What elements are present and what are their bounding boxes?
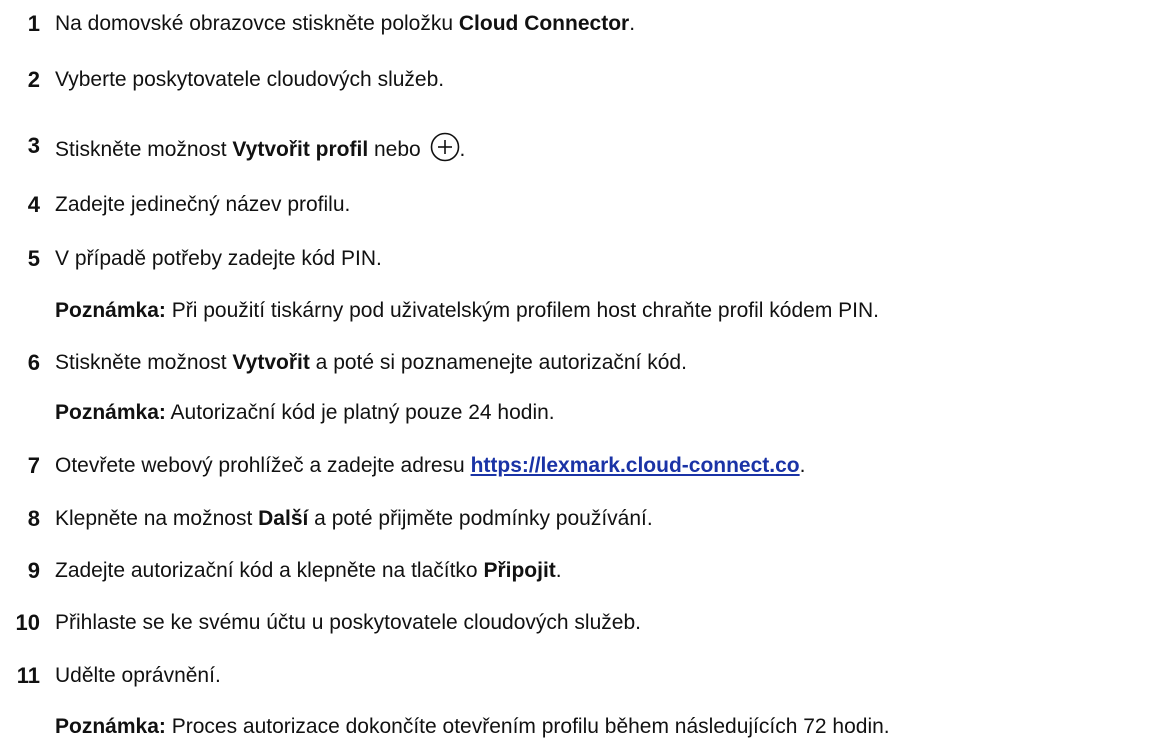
note-label: Poznámka: xyxy=(55,401,166,424)
step-text: V případě potřeby zadejte kód PIN. xyxy=(55,247,382,270)
step-text: Udělte oprávnění. xyxy=(55,664,221,687)
note-step-6: Poznámka: Autorizační kód je platný pouz… xyxy=(55,401,555,424)
step-number: 5 xyxy=(27,246,40,271)
step-text: Zadejte autorizační kód a klepněte na tl… xyxy=(55,559,562,582)
plus-circle-icon xyxy=(430,132,460,162)
step-number: 4 xyxy=(27,192,40,217)
note-label: Poznámka: xyxy=(55,715,166,738)
step-text: Stiskněte možnost Vytvořit profil nebo . xyxy=(55,132,465,164)
step-number: 1 xyxy=(27,11,40,36)
step-number: 7 xyxy=(27,453,40,478)
step-number: 3 xyxy=(27,133,40,158)
step-text: Vyberte poskytovatele cloudových služeb. xyxy=(55,68,445,91)
note-step-11: Poznámka: Proces autorizace dokončíte ot… xyxy=(55,715,890,738)
step-number: 9 xyxy=(27,558,40,583)
step-text: Přihlaste se ke svému účtu u poskytovate… xyxy=(55,611,641,634)
step-text: Klepněte na možnost Další a poté přijmět… xyxy=(55,507,653,530)
note-label: Poznámka: xyxy=(55,299,166,322)
step-text: Stiskněte možnost Vytvořit a poté si poz… xyxy=(55,351,687,374)
step-number: 11 xyxy=(16,663,40,688)
step-number: 10 xyxy=(15,610,40,635)
step-number: 6 xyxy=(27,350,40,375)
step-number: 8 xyxy=(27,506,40,531)
step-text: Zadejte jedinečný název profilu. xyxy=(55,193,351,216)
step-number: 2 xyxy=(27,67,40,92)
step-text: Na domovské obrazovce stiskněte položku … xyxy=(55,12,636,35)
lexmark-cloud-link[interactable]: https://lexmark.cloud-connect.co xyxy=(471,454,800,477)
note-step-5: Poznámka: Při použití tiskárny pod uživa… xyxy=(55,299,879,322)
step-text: Otevřete webový prohlížeč a zadejte adre… xyxy=(55,454,806,477)
